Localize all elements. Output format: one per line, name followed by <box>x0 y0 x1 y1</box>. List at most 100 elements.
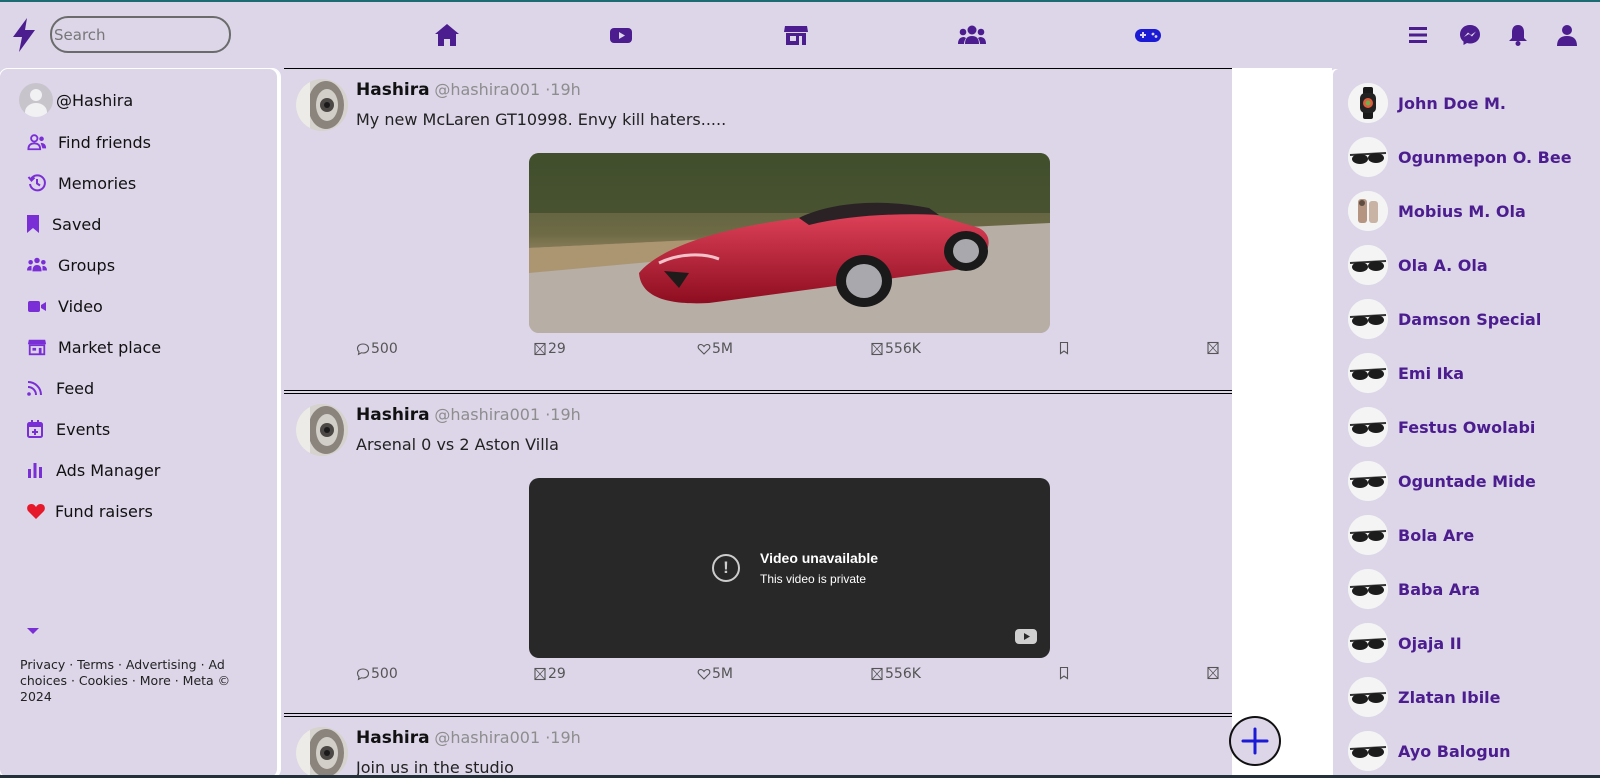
avatar[interactable] <box>296 727 348 778</box>
heart-outline-icon <box>697 668 711 680</box>
post-author[interactable]: Hashira <box>356 405 430 425</box>
post-handle: @hashira001 ·19h <box>434 728 581 747</box>
contact-name: Emi Ika <box>1398 363 1465 383</box>
video-error-subtitle: This video is private <box>760 572 867 586</box>
share-button[interactable] <box>1206 341 1221 355</box>
search-input[interactable] <box>50 16 231 53</box>
groups-icon[interactable] <box>957 22 987 48</box>
repost-icon <box>534 667 546 681</box>
bar-chart-icon <box>26 460 44 480</box>
contact-name: Oguntade Mide <box>1398 471 1536 491</box>
youtube-icon[interactable] <box>1015 629 1037 644</box>
sidebar-item-memories[interactable]: Memories <box>26 169 136 197</box>
repost-button[interactable]: 29 <box>533 341 566 357</box>
contact-item[interactable]: Ojaja II <box>1348 623 1462 663</box>
comment-button[interactable]: 500 <box>356 666 398 682</box>
contact-name: Ayo Balogun <box>1398 741 1511 761</box>
sidebar-item-label: Memories <box>58 173 137 193</box>
groups-icon <box>26 255 48 275</box>
bookmark-button[interactable] <box>1057 666 1072 680</box>
bell-icon[interactable] <box>1506 22 1530 48</box>
views-icon <box>871 667 883 681</box>
video-player[interactable]: ! Video unavailable This video is privat… <box>529 478 1050 658</box>
views-icon <box>871 342 883 356</box>
avatar <box>1348 407 1388 447</box>
contact-item[interactable]: Emi Ika <box>1348 353 1464 393</box>
rss-icon <box>26 378 44 398</box>
like-button[interactable]: 5M <box>697 341 733 357</box>
sidebar-item-label: Fund raisers <box>55 501 153 521</box>
share-button[interactable] <box>1206 666 1221 680</box>
post-image[interactable] <box>529 153 1050 333</box>
sidebar-item-feed[interactable]: Feed <box>26 374 94 402</box>
avatar[interactable] <box>296 79 348 131</box>
repost-button[interactable]: 29 <box>533 666 566 682</box>
post-author[interactable]: Hashira <box>356 728 430 748</box>
store-icon[interactable] <box>782 22 810 48</box>
post-handle: @hashira001 ·19h <box>434 405 581 424</box>
contact-item[interactable]: Bola Are <box>1348 515 1474 555</box>
chevron-down-icon[interactable] <box>27 627 39 635</box>
avatar[interactable] <box>296 404 348 456</box>
sidebar-item-fund-raisers[interactable]: Fund raisers <box>26 497 153 525</box>
alert-icon: ! <box>712 554 740 582</box>
views-button[interactable]: 556K <box>870 666 921 682</box>
comment-count: 500 <box>371 666 398 682</box>
messenger-icon[interactable] <box>1457 22 1483 48</box>
contact-item[interactable]: John Doe M. <box>1348 83 1506 123</box>
bookmark-icon <box>26 214 40 234</box>
like-count: 5M <box>712 341 733 357</box>
heart-outline-icon <box>697 343 711 355</box>
sidebar-item-groups[interactable]: Groups <box>26 251 115 279</box>
like-count: 5M <box>712 666 733 682</box>
avatar <box>1348 461 1388 501</box>
user-icon[interactable] <box>1555 22 1579 48</box>
contact-name: Ogunmepon O. Bee <box>1398 147 1572 167</box>
home-icon[interactable] <box>433 22 461 48</box>
share-icon <box>1207 666 1219 680</box>
video-error-title: Video unavailable <box>760 550 879 566</box>
contact-item[interactable]: Zlatan Ibile <box>1348 677 1501 717</box>
menu-icon[interactable] <box>1406 22 1430 48</box>
views-button[interactable]: 556K <box>870 341 921 357</box>
contact-item[interactable]: Festus Owolabi <box>1348 407 1535 447</box>
repost-count: 29 <box>548 666 566 682</box>
views-count: 556K <box>885 341 921 357</box>
contact-name: Zlatan Ibile <box>1398 687 1501 707</box>
legal-links[interactable]: Privacy · Terms · Advertising · Ad choic… <box>20 657 250 705</box>
avatar <box>1348 191 1388 231</box>
avatar <box>1348 515 1388 555</box>
sidebar-item-label: Ads Manager <box>56 460 161 480</box>
post: Hashira @hashira001 ·19h My new McLaren … <box>284 68 1232 390</box>
contact-item[interactable]: Oguntade Mide <box>1348 461 1536 501</box>
post-header: Hashira @hashira001 ·19h <box>356 728 581 748</box>
sidebar-item-market-place[interactable]: Market place <box>26 333 161 361</box>
contact-item[interactable]: Baba Ara <box>1348 569 1480 609</box>
store-icon <box>26 337 48 357</box>
avatar <box>1348 731 1388 771</box>
post: Hashira @hashira001 ·19h Arsenal 0 vs 2 … <box>284 394 1232 712</box>
contact-item[interactable]: Ola A. Ola <box>1348 245 1488 285</box>
bookmark-button[interactable] <box>1057 341 1072 355</box>
video-icon[interactable] <box>607 22 635 48</box>
post-author[interactable]: Hashira <box>356 80 430 100</box>
avatar <box>1348 677 1388 717</box>
contact-item[interactable]: Ayo Balogun <box>1348 731 1511 771</box>
views-count: 556K <box>885 666 921 682</box>
gaming-icon[interactable] <box>1133 22 1163 48</box>
comment-button[interactable]: 500 <box>356 341 398 357</box>
sidebar-item-saved[interactable]: Saved <box>26 210 101 238</box>
contact-item[interactable]: Ogunmepon O. Bee <box>1348 137 1572 177</box>
lightning-logo-icon[interactable] <box>10 18 38 52</box>
sidebar-item-find-friends[interactable]: Find friends <box>26 128 151 156</box>
sidebar-item-ads-manager[interactable]: Ads Manager <box>26 456 160 484</box>
contact-name: Mobius M. Ola <box>1398 201 1526 221</box>
profile-link[interactable]: @Hashira <box>19 83 133 117</box>
contact-item[interactable]: Mobius M. Ola <box>1348 191 1526 231</box>
create-post-button[interactable] <box>1229 716 1281 766</box>
contact-item[interactable]: Damson Special <box>1348 299 1541 339</box>
like-button[interactable]: 5M <box>697 666 733 682</box>
contact-name: Ola A. Ola <box>1398 255 1488 275</box>
sidebar-item-events[interactable]: Events <box>26 415 110 443</box>
sidebar-item-video[interactable]: Video <box>26 292 103 320</box>
